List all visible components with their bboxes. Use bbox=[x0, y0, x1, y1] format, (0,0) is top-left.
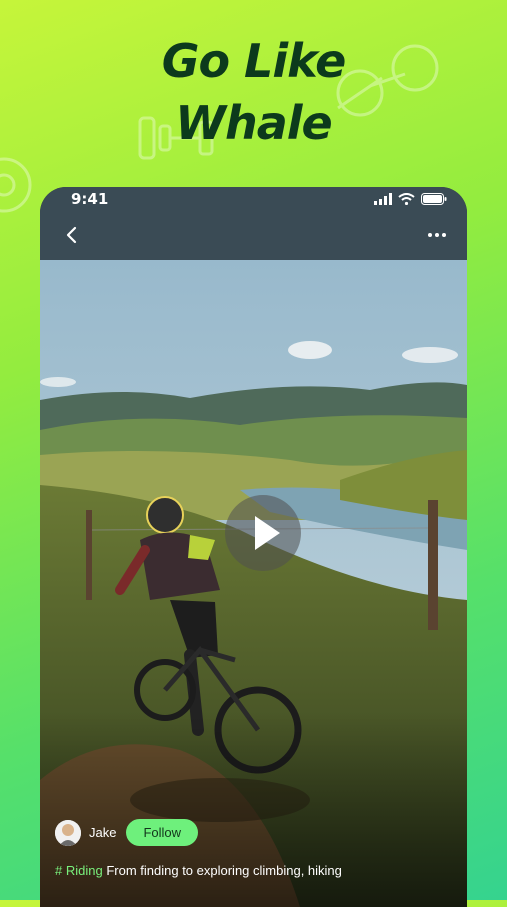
video-thumbnail[interactable] bbox=[40, 260, 467, 907]
app-screen: { "headline": { "line1": "Go Like", "lin… bbox=[0, 0, 507, 907]
nav-bar bbox=[40, 213, 467, 260]
post-caption: # Riding From finding to exploring climb… bbox=[55, 863, 342, 878]
headline-line-2: Whale bbox=[175, 96, 333, 150]
hashtag-link[interactable]: # Riding bbox=[55, 863, 103, 878]
phone-frame: 9:41 Jake Follow # Riding From finding t… bbox=[40, 187, 467, 907]
follow-button[interactable]: Follow bbox=[126, 819, 199, 846]
headline: Go Like Whale bbox=[0, 30, 507, 154]
avatar-image bbox=[55, 819, 81, 846]
more-icon[interactable] bbox=[425, 223, 449, 247]
status-icons bbox=[374, 193, 447, 205]
headline-line-1: Go Like bbox=[161, 34, 347, 88]
wifi-icon bbox=[398, 193, 415, 205]
avatar[interactable] bbox=[55, 819, 81, 846]
status-time: 9:41 bbox=[71, 190, 109, 208]
plate-decoration-icon bbox=[0, 157, 32, 213]
cellular-icon bbox=[374, 193, 392, 205]
caption-text: From finding to exploring climbing, hiki… bbox=[106, 863, 342, 878]
post-author: Jake Follow bbox=[55, 819, 199, 846]
back-icon[interactable] bbox=[60, 223, 84, 247]
author-name[interactable]: Jake bbox=[89, 825, 116, 840]
play-button[interactable] bbox=[225, 495, 301, 571]
status-bar: 9:41 bbox=[40, 187, 467, 213]
battery-icon bbox=[421, 193, 447, 205]
